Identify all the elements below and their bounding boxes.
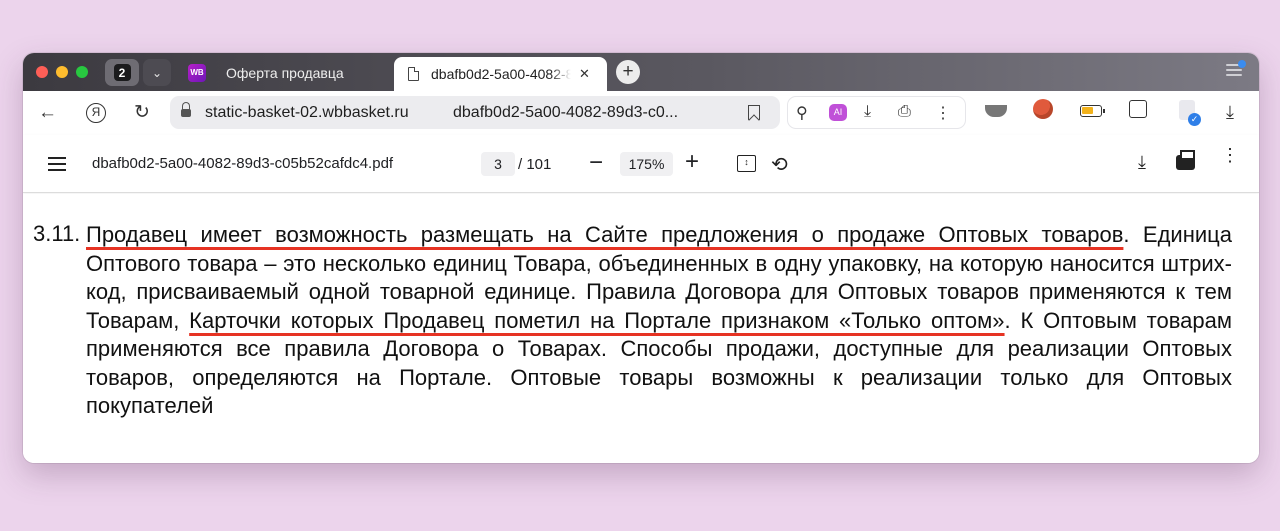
zoom-search-icon[interactable]: ⚲ xyxy=(796,103,808,123)
back-arrow-icon[interactable]: ← xyxy=(38,103,57,123)
rotate-icon[interactable]: ⟲ xyxy=(771,152,788,177)
page-number-input[interactable]: 3 xyxy=(481,152,515,176)
clause-paragraph: Продавец имеет возможность размещать на … xyxy=(86,221,1232,421)
fit-page-icon[interactable]: ↕ xyxy=(737,155,756,172)
browser-menu-icon[interactable] xyxy=(1226,60,1246,80)
more-vertical-icon[interactable]: ⋮ xyxy=(935,103,951,123)
reload-icon[interactable]: ↻ xyxy=(134,103,150,123)
url-host: static-basket-02.wbbasket.ru xyxy=(205,104,409,121)
page-total: / 101 xyxy=(518,156,552,173)
extension-mushroom-icon[interactable] xyxy=(1033,99,1053,119)
ai-assistant-icon[interactable]: AI xyxy=(829,104,847,121)
maximize-window-button[interactable] xyxy=(76,66,88,78)
tab-strip: 2 ⌄ WB Оферта продавца dbafb0d2-5a00-408… xyxy=(23,53,1259,91)
pdf-file-name: dbafb0d2-5a00-4082-89d3-c05b52cafdc4.pdf xyxy=(92,155,394,172)
zoom-in-icon[interactable]: + xyxy=(685,148,699,176)
extension-verified-icon[interactable] xyxy=(1179,100,1201,126)
download-icon[interactable]: ⤓ xyxy=(1138,152,1146,173)
print-icon[interactable]: ⎙ xyxy=(898,103,911,121)
pdf-page: 3.11. Продавец имеет возможность размеща… xyxy=(23,194,1259,463)
extension-tray-icon[interactable] xyxy=(985,105,1007,117)
tab-pdf-active[interactable]: dbafb0d2-5a00-4082-89d3-c05b52cafdc4.pdf… xyxy=(394,57,607,91)
close-window-button[interactable] xyxy=(36,66,48,78)
menu-icon[interactable] xyxy=(48,157,66,175)
bookmark-icon[interactable] xyxy=(748,105,760,120)
tab-count-button[interactable]: 2 xyxy=(105,59,139,86)
extension-puzzle-icon[interactable] xyxy=(1129,100,1147,118)
yandex-icon[interactable]: Я xyxy=(86,103,106,123)
close-tab-icon[interactable]: ✕ xyxy=(579,66,590,82)
tab-label: dbafb0d2-5a00-4082-89d3-c05b52cafdc4.pdf xyxy=(431,66,571,82)
page-actions-group: ⚲ AI ⤓ ⎙ ⋮ xyxy=(787,96,966,129)
download-icon[interactable]: ⤓ xyxy=(864,103,871,121)
tab-offer[interactable]: WB Оферта продавца xyxy=(188,59,344,86)
underlined-text: Продавец имеет возможность размещать на … xyxy=(86,222,1124,247)
print-icon[interactable] xyxy=(1176,150,1195,170)
wb-favicon-icon: WB xyxy=(188,63,206,82)
tab-count: 2 xyxy=(113,64,131,81)
chevron-down-icon[interactable]: ⌄ xyxy=(143,59,171,86)
url-path: dbafb0d2-5a00-4082-89d3-c0... xyxy=(453,104,679,121)
more-vertical-icon[interactable]: ⋮ xyxy=(1221,146,1239,164)
underlined-text: Карточки которых Продавец пометил на Пор… xyxy=(189,307,1005,333)
clause-number: 3.11. xyxy=(33,221,81,246)
zoom-level-input[interactable]: 175% xyxy=(620,152,673,176)
document-icon xyxy=(408,67,419,81)
tab-label: Оферта продавца xyxy=(226,64,344,81)
downloads-icon[interactable]: ⤓ xyxy=(1226,102,1234,123)
lock-icon[interactable] xyxy=(181,102,191,118)
new-tab-button[interactable]: + xyxy=(616,60,640,84)
zoom-out-icon[interactable]: − xyxy=(589,149,603,177)
battery-icon[interactable] xyxy=(1080,105,1105,117)
pdf-toolbar: dbafb0d2-5a00-4082-89d3-c05b52cafdc4.pdf… xyxy=(23,135,1259,193)
url-field[interactable]: static-basket-02.wbbasket.ru dbafb0d2-5a… xyxy=(170,96,780,129)
notification-dot xyxy=(1238,60,1246,68)
browser-window: 2 ⌄ WB Оферта продавца dbafb0d2-5a00-408… xyxy=(23,53,1259,463)
address-bar: ← Я ↻ static-basket-02.wbbasket.ru dbafb… xyxy=(23,91,1259,135)
minimize-window-button[interactable] xyxy=(56,66,68,78)
